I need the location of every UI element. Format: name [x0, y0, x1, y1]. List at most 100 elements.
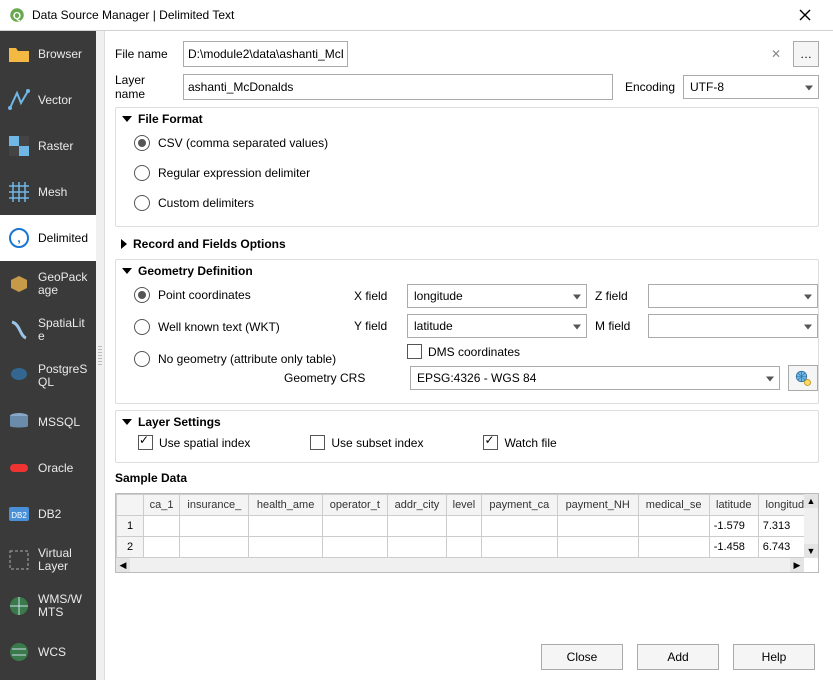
sidebar-item-label: Vector	[38, 94, 90, 107]
m-field-label: M field	[595, 319, 640, 333]
z-field-label: Z field	[595, 289, 640, 303]
sidebar: Browser Vector RasterMesh,Delimited GeoPack…	[0, 31, 96, 680]
spatial-index-checkbox[interactable]	[138, 435, 153, 450]
table-cell	[322, 516, 387, 537]
record-fields-header[interactable]: Record and Fields Options	[115, 233, 819, 253]
sidebar-item-delimited[interactable]: ,Delimited	[0, 215, 96, 261]
sidebar-item-mesh[interactable]: Mesh	[0, 169, 96, 215]
sidebar-item-db2[interactable]: DB2 DB2	[0, 491, 96, 537]
sidebar-item-spatialite[interactable]: SpatiaLite	[0, 307, 96, 353]
window-title: Data Source Manager | Delimited Text	[32, 8, 785, 22]
sample-data-table: ca_1insurance_health_ameoperator_taddr_c…	[115, 493, 819, 573]
titlebar: Q Data Source Manager | Delimited Text	[0, 0, 833, 31]
dms-checkbox[interactable]	[407, 344, 422, 359]
column-header[interactable]: addr_city	[387, 495, 446, 516]
horizontal-scrollbar[interactable]: ◀ ▶	[116, 558, 804, 572]
geometry-option-label: No geometry (attribute only table)	[158, 352, 336, 366]
table-cell	[144, 516, 180, 537]
vertical-scrollbar[interactable]: ▲ ▼	[804, 494, 818, 558]
file-format-header[interactable]: File Format	[116, 108, 818, 128]
scroll-up-icon[interactable]: ▲	[804, 494, 818, 508]
sidebar-item-wcs[interactable]: WCS	[0, 629, 96, 675]
sidebar-item-vector[interactable]: Vector	[0, 77, 96, 123]
table-cell: -1.458	[709, 537, 758, 558]
geometry-crs-label: Geometry CRS	[284, 371, 402, 385]
geometry-radio-0[interactable]	[134, 287, 150, 303]
db2-icon: DB2	[6, 501, 32, 527]
table-cell	[638, 516, 709, 537]
sidebar-item-postgresql[interactable]: PostgreSQL	[0, 353, 96, 399]
sidebar-item-label: PostgreSQL	[38, 363, 90, 389]
sidebar-item-wms-wmts[interactable]: WMS/WMTS	[0, 583, 96, 629]
z-field-combo[interactable]	[648, 284, 818, 308]
file-name-input[interactable]	[183, 41, 348, 67]
raster-icon	[6, 133, 32, 159]
sidebar-item-label: DB2	[38, 508, 90, 521]
table-row[interactable]: 2-1.4586.743	[117, 537, 818, 558]
button-bar: Close Add Help	[115, 632, 819, 670]
app-icon: Q	[8, 6, 26, 24]
geometry-radio-1[interactable]	[134, 319, 150, 335]
table-cell	[322, 537, 387, 558]
column-header[interactable]: medical_se	[638, 495, 709, 516]
mesh-icon	[6, 179, 32, 205]
file-format-radio-0[interactable]	[134, 135, 150, 151]
sidebar-resize-handle[interactable]	[96, 31, 105, 680]
geometry-radio-2[interactable]	[134, 351, 150, 367]
x-field-label: X field	[354, 289, 399, 303]
column-header[interactable]: operator_t	[322, 495, 387, 516]
layer-settings-header[interactable]: Layer Settings	[116, 411, 818, 431]
help-button[interactable]: Help	[733, 644, 815, 670]
scroll-left-icon[interactable]: ◀	[116, 558, 130, 572]
geometry-definition-header[interactable]: Geometry Definition	[116, 260, 818, 280]
svg-text:DB2: DB2	[11, 511, 27, 520]
postgres-icon	[6, 363, 32, 389]
sidebar-item-mssql[interactable]: MSSQL	[0, 399, 96, 445]
sidebar-item-browser[interactable]: Browser	[0, 31, 96, 77]
layer-name-input[interactable]	[183, 74, 613, 100]
close-icon[interactable]	[785, 1, 825, 29]
column-header[interactable]: payment_NH	[557, 495, 638, 516]
table-cell: -1.579	[709, 516, 758, 537]
encoding-combo[interactable]: UTF-8	[683, 75, 819, 99]
watch-file-checkbox[interactable]	[483, 435, 498, 450]
column-header[interactable]: ca_1	[144, 495, 180, 516]
column-header[interactable]: health_ame	[249, 495, 322, 516]
sidebar-item-label: WCS	[38, 646, 90, 659]
x-field-combo[interactable]: longitude	[407, 284, 587, 308]
file-format-radio-1[interactable]	[134, 165, 150, 181]
m-field-combo[interactable]	[648, 314, 818, 338]
geometry-option-label: Point coordinates	[158, 288, 251, 302]
scroll-right-icon[interactable]: ▶	[790, 558, 804, 572]
select-crs-button[interactable]	[788, 365, 818, 391]
mssql-icon	[6, 409, 32, 435]
svg-text:,: ,	[17, 231, 20, 245]
table-cell	[249, 516, 322, 537]
column-header[interactable]: insurance_	[180, 495, 249, 516]
y-field-combo[interactable]: latitude	[407, 314, 587, 338]
column-header[interactable]: level	[447, 495, 482, 516]
column-header[interactable]: latitude	[709, 495, 758, 516]
add-button[interactable]: Add	[637, 644, 719, 670]
file-format-radio-2[interactable]	[134, 195, 150, 211]
sidebar-item-wfs[interactable]: WFS	[0, 675, 96, 680]
close-button[interactable]: Close	[541, 644, 623, 670]
geopackage-icon	[6, 271, 32, 297]
sidebar-item-oracle[interactable]: Oracle	[0, 445, 96, 491]
virtual-icon	[6, 547, 32, 573]
sidebar-item-label: GeoPackage	[38, 271, 90, 297]
scroll-down-icon[interactable]: ▼	[804, 544, 818, 558]
wms-icon	[6, 593, 32, 619]
sidebar-item-geopackage[interactable]: GeoPackage	[0, 261, 96, 307]
sidebar-item-virtual-layer[interactable]: Virtual Layer	[0, 537, 96, 583]
data-source-manager-window: Q Data Source Manager | Delimited Text B…	[0, 0, 833, 680]
sidebar-item-raster[interactable]: Raster	[0, 123, 96, 169]
sidebar-item-label: Browser	[38, 48, 90, 61]
sidebar-item-label: MSSQL	[38, 416, 90, 429]
column-header[interactable]: payment_ca	[481, 495, 557, 516]
browse-button[interactable]: …	[793, 41, 819, 67]
subset-index-checkbox[interactable]	[310, 435, 325, 450]
clear-file-name-icon[interactable]: ✕	[771, 47, 781, 61]
table-row[interactable]: 1-1.5797.313	[117, 516, 818, 537]
geometry-crs-combo[interactable]: EPSG:4326 - WGS 84	[410, 366, 780, 390]
